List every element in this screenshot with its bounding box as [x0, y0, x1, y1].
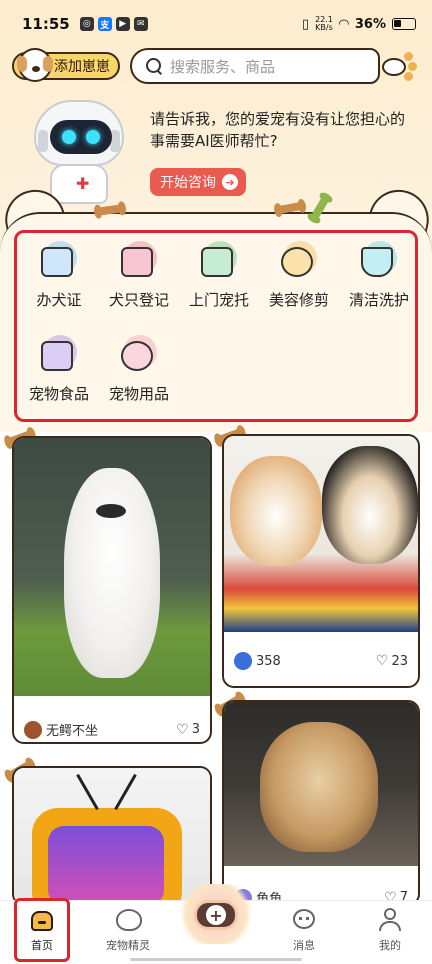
feed-card[interactable]: [12, 766, 212, 906]
net-speed: 22.1 KB/s: [315, 15, 333, 32]
avatar: [24, 720, 42, 739]
service-label: 美容修剪: [268, 291, 329, 309]
author-name: 358: [256, 653, 281, 669]
add-pet-label: 添加崽崽: [54, 59, 110, 75]
app-notification-icon: ◎: [79, 17, 94, 31]
nav-pet-spirit-label: 宠物精灵: [106, 939, 150, 952]
nav-mine-label: 我的: [379, 939, 401, 952]
service-pet-supplies[interactable]: 宠物用品: [99, 335, 179, 404]
heart-icon: ♡: [176, 721, 189, 738]
like-button[interactable]: ♡ 23: [376, 653, 408, 669]
feed-card[interactable]: 角角 ♡ 7: [222, 700, 420, 906]
card-footer: 358 ♡ 23: [234, 652, 408, 670]
service-label: 清洁洗护: [348, 291, 409, 309]
service-label: 上门宠托: [188, 291, 249, 309]
pomeranian-photo: [14, 438, 210, 696]
wifi-icon: ◠: [338, 16, 349, 32]
feed-card[interactable]: 无鳄不坐 ♡ 3: [12, 436, 212, 744]
user-icon: [376, 907, 404, 933]
author-name: 无鳄不坐: [46, 724, 99, 739]
services-grid: 办犬证 犬只登记 上门宠托 美容修剪 清洁洗护 宠物食品 宠物用品: [14, 230, 418, 422]
status-right: ▯ 22.1 KB/s ◠ 36%: [302, 16, 416, 32]
service-pet-boarding[interactable]: 上门宠托: [179, 241, 259, 310]
pet-spirit-icon: [114, 907, 142, 933]
search-placeholder: 搜索服务、商品: [170, 57, 276, 76]
service-label: 宠物食品: [28, 385, 89, 403]
service-grooming[interactable]: 美容修剪: [259, 241, 339, 310]
plus-icon: +: [206, 905, 226, 925]
battery-icon: [392, 18, 416, 30]
video-notification-icon: ▶: [115, 17, 130, 31]
status-time: 11:55: [22, 15, 70, 33]
nav-mine[interactable]: 我的: [360, 907, 420, 953]
pet-food-icon: [39, 335, 79, 375]
message-notification-icon: ✉: [133, 17, 148, 31]
avatar: [234, 652, 252, 670]
scissors-icon: [279, 241, 319, 281]
ai-prompt-text: 请告诉我，您的爱宠有没有让您担心的事需要AI医师帮忙?: [150, 110, 406, 150]
home-tab-highlight: [14, 898, 70, 962]
like-count: 3: [191, 722, 200, 737]
status-bar: 11:55 ◎ 支 ▶ ✉ ▯ 22.1 KB/s ◠ 36%: [0, 0, 432, 48]
service-dog-registration[interactable]: 犬只登记: [99, 241, 179, 310]
yorkie-photo: [224, 702, 418, 866]
chat-bubble-icon: [290, 907, 318, 933]
bathtub-icon: [359, 241, 399, 281]
like-button[interactable]: ♡ 3: [176, 722, 200, 738]
home-indicator[interactable]: [130, 958, 302, 961]
pet-supplies-icon: [119, 335, 159, 375]
dog-avatar-icon: [17, 48, 53, 82]
notification-icons: ◎ 支 ▶ ✉: [79, 17, 148, 31]
service-dog-license[interactable]: 办犬证: [19, 241, 99, 310]
start-consult-label: 开始咨询: [160, 175, 216, 191]
create-post-button[interactable]: +: [176, 884, 256, 944]
tv-toy-photo: [14, 768, 210, 904]
card-footer: 无鳄不坐 ♡ 3: [24, 720, 200, 739]
dog-license-icon: [39, 241, 79, 281]
add-pet-button[interactable]: 添加崽崽: [12, 48, 120, 82]
service-bathing[interactable]: 清洁洗护: [339, 241, 419, 310]
nav-messages-label: 消息: [293, 939, 315, 952]
service-pet-food[interactable]: 宠物食品: [19, 335, 99, 404]
search-icon: [146, 58, 162, 74]
arrow-right-icon: ➜: [222, 174, 238, 190]
service-label: 办犬证: [36, 291, 82, 309]
like-count: 23: [391, 653, 408, 669]
service-label: 宠物用品: [108, 385, 169, 403]
battery-percent: 36%: [354, 16, 386, 32]
alipay-notification-icon: 支: [97, 17, 112, 31]
feed-card[interactable]: 358 ♡ 23: [222, 434, 420, 688]
shiba-dogs-photo: [224, 436, 418, 632]
start-consult-button[interactable]: 开始咨询 ➜: [150, 168, 246, 196]
nav-pet-spirit[interactable]: 宠物精灵: [98, 907, 158, 953]
dog-registration-icon: [119, 241, 159, 281]
service-label: 犬只登记: [108, 291, 169, 309]
nav-messages[interactable]: 消息: [274, 907, 334, 953]
pet-boarding-icon: [199, 241, 239, 281]
search-input[interactable]: 搜索服务、商品: [130, 48, 380, 84]
heart-icon: ♡: [375, 653, 389, 669]
vibrate-icon: ▯: [301, 16, 310, 32]
paw-icon: [378, 46, 418, 86]
